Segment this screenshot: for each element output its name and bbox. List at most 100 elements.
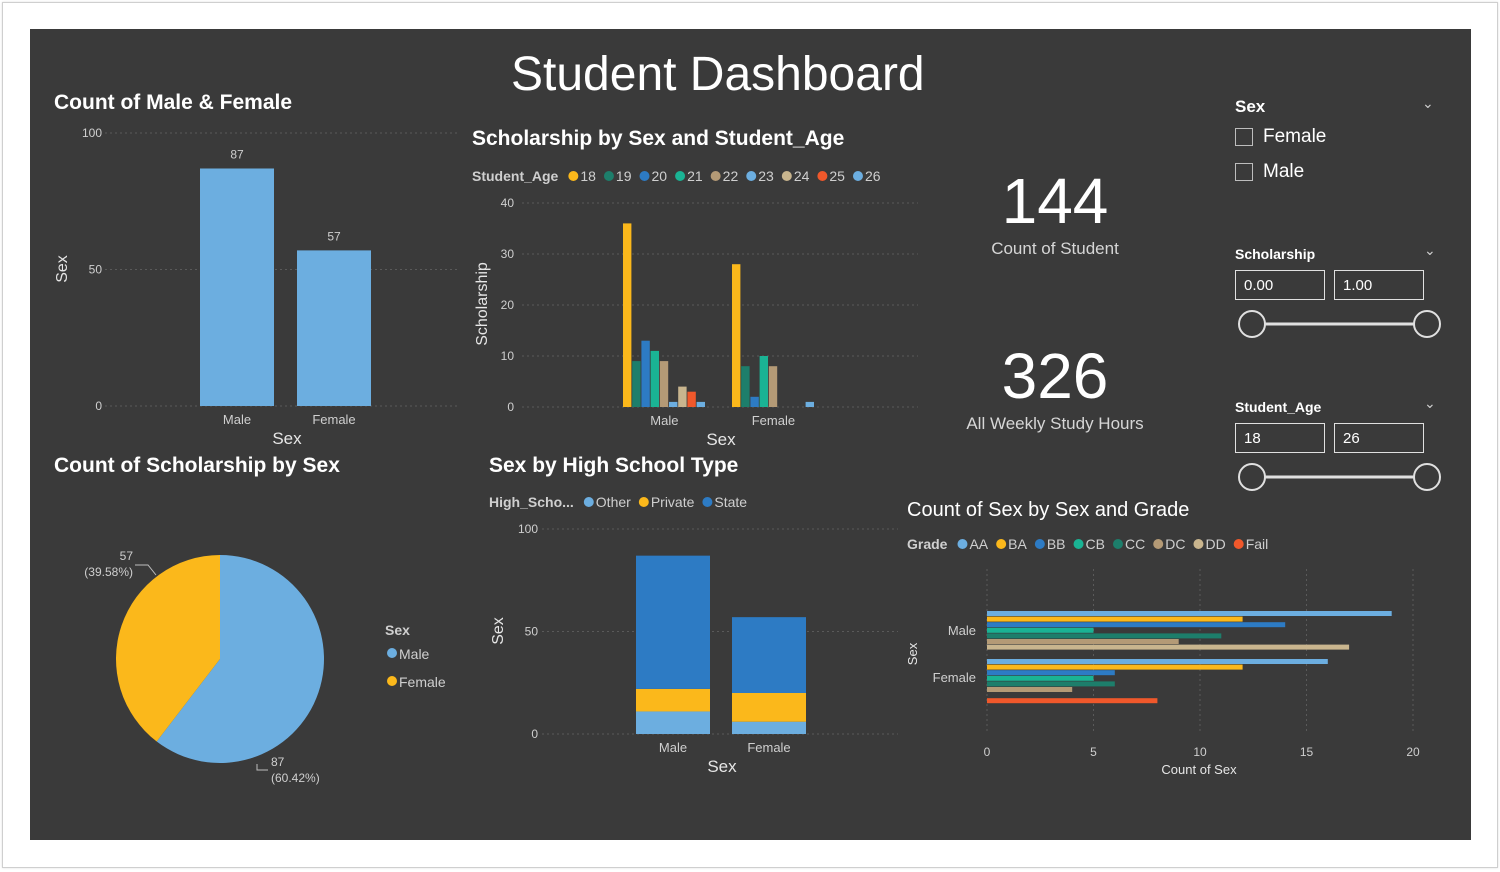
c1-xlabel: Sex (272, 429, 302, 448)
c5-bar-male-dc (987, 639, 1179, 644)
c5-legend-item-6: DD (1205, 536, 1225, 552)
c4-ytick-0: 100 (518, 522, 538, 536)
c2-ytick-3: 10 (501, 349, 515, 363)
c2-bar-male-23 (669, 401, 678, 407)
c5-bar-female-ba (987, 664, 1243, 670)
c5-legend-marker-1 (996, 539, 1007, 549)
c4-ytick-1: 50 (525, 625, 539, 639)
c4-bar-male-private (636, 688, 710, 712)
c2-legend-marker-1 (603, 171, 614, 181)
c3-legend-item-0: Male (399, 646, 430, 662)
c5-legend-marker-5 (1153, 539, 1164, 549)
c2-xtick-0: Male (650, 413, 678, 428)
c2-ytick-2: 20 (501, 298, 515, 312)
c5-legend-item-3: CB (1086, 536, 1105, 552)
c2-bar-female-18 (732, 264, 741, 407)
c5-ytick-0: Male (948, 623, 976, 638)
c2-legend-item-1: 19 (616, 168, 632, 184)
c5-bar-male-cb (987, 627, 1094, 633)
charts-svg: 10050087Male57FemaleSexSexStudent_Age 18 1… (54, 126, 1441, 785)
c1-ytick-0: 100 (82, 126, 102, 140)
c2-legend-marker-2 (639, 171, 650, 181)
c2-legend-item-4: 22 (723, 168, 739, 184)
c5-xtick-1: 5 (1090, 745, 1097, 759)
c2-bar-female-19 (741, 366, 750, 407)
c1-xtick-0: Male (223, 412, 251, 427)
c2-bar-male-26 (696, 401, 705, 407)
c2-legend-marker-6 (781, 171, 792, 181)
c5-bar-male-dd (987, 644, 1350, 650)
c5-bar-female-bb (987, 670, 1115, 676)
c5-bar-male-ba (987, 616, 1243, 622)
c2-legend-marker-7 (817, 171, 828, 181)
c2-legend-item-2: 20 (652, 168, 668, 184)
student-age-slider-min-handle[interactable] (1238, 463, 1266, 491)
c4-bar-male-state (636, 555, 710, 689)
c2-legend-item-6: 24 (794, 168, 810, 184)
c2-legend-item-8: 26 (865, 168, 881, 184)
student-age-slider-max-handle[interactable] (1413, 463, 1441, 491)
c2-legend-item-7: 25 (829, 168, 845, 184)
c4-ylabel: Sex (490, 617, 507, 645)
c5-xtick-4: 20 (1406, 745, 1420, 759)
c4-xlabel: Sex (707, 757, 737, 776)
c5-legend-item-0: AA (969, 536, 988, 552)
c1-bar-male (200, 168, 274, 406)
c4-ytick-2: 0 (531, 727, 538, 741)
c2-ytick-1: 30 (501, 247, 515, 261)
c2-xtick-1: Female (752, 413, 795, 428)
c5-legend-marker-0 (957, 539, 968, 549)
c1-xtick-1: Female (312, 412, 355, 427)
c2-legend-marker-3 (675, 171, 686, 181)
c3-legend-item-1: Female (399, 674, 446, 690)
c1-data-label-1: 57 (327, 229, 341, 243)
c4-legend-item-1: Private (651, 494, 695, 510)
c1-ylabel: Sex (54, 255, 71, 283)
c4-xtick-1: Female (747, 740, 790, 755)
c5-legend-item-4: CC (1125, 536, 1145, 552)
c4-legend-item-2: State (714, 494, 747, 510)
c2-legend-marker-4 (710, 171, 721, 181)
c2-bar-female-21 (759, 356, 768, 407)
c5-bar-female-cb (987, 675, 1094, 681)
c3-legend-marker-0 (387, 648, 397, 658)
c2-legend-item-0: 18 (580, 168, 596, 184)
c2-bar-male-21 (650, 350, 659, 407)
c3-legend-marker-1 (387, 676, 397, 686)
c3-value-label-female: 57 (120, 549, 134, 563)
scholarship-slider-max-handle[interactable] (1413, 310, 1441, 338)
c5-ylabel: Sex (905, 642, 920, 665)
c5-legend-item-2: BB (1047, 536, 1066, 552)
c5-legend-title: Grade (907, 536, 948, 552)
c2-bar-female-20 (750, 396, 759, 407)
c3-percent-label-female: (39.58%) (84, 565, 133, 579)
c4-legend-marker-1 (638, 497, 649, 507)
c2-bar-male-24 (678, 386, 687, 407)
c2-ytick-0: 40 (501, 196, 515, 210)
c5-legend-marker-7 (1233, 539, 1244, 549)
c5-bar-female-fail (987, 698, 1158, 704)
c5-bar-female-aa (987, 659, 1328, 664)
c5-bar-female-cc (987, 681, 1115, 687)
c4-bar-male-other (636, 711, 710, 734)
c1-bar-female (297, 250, 371, 406)
c5-xtick-0: 0 (984, 745, 991, 759)
c2-bar-male-25 (687, 391, 696, 407)
c5-legend-marker-2 (1034, 539, 1045, 549)
c5-legend-item-5: DC (1165, 536, 1185, 552)
c5-legend-item-1: BA (1008, 536, 1027, 552)
scholarship-slider-min-handle[interactable] (1238, 310, 1266, 338)
c2-legend-item-3: 21 (687, 168, 703, 184)
c4-bar-female-private (732, 693, 806, 722)
dashboard-canvas: Student Dashboard Count of Male & Female… (30, 29, 1471, 840)
c4-legend-marker-0 (583, 497, 594, 507)
c5-xtick-2: 10 (1193, 745, 1207, 759)
c5-bar-male-aa (987, 611, 1392, 616)
c1-data-label-0: 87 (230, 147, 244, 161)
c2-legend-marker-0 (568, 171, 579, 181)
c2-xlabel: Sex (706, 430, 736, 449)
c3-leader-male (256, 764, 268, 771)
c5-bar-male-cc (987, 633, 1222, 639)
c2-ytick-4: 0 (507, 400, 514, 414)
c5-bar-female-dc (987, 687, 1073, 692)
